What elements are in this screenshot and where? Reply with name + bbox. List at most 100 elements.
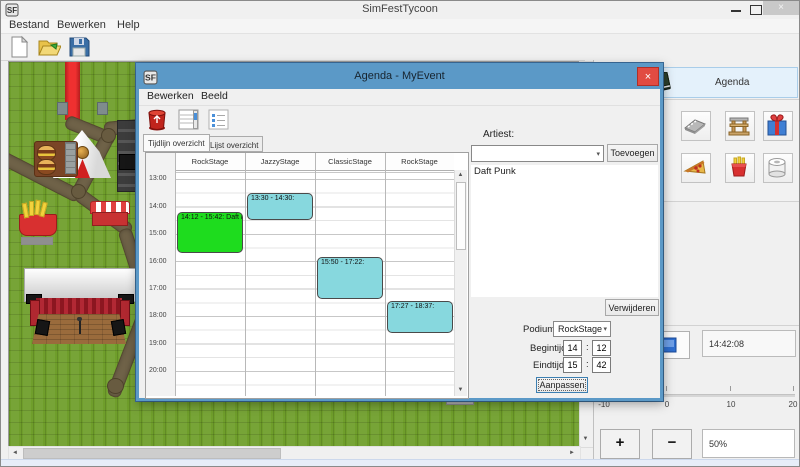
timeline-scrollbar[interactable]: ▲ ▼ (454, 170, 467, 396)
schedule-event[interactable]: 13:30 - 14:30: (247, 193, 313, 220)
tent-flap (57, 102, 68, 115)
new-file-icon[interactable] (7, 35, 31, 59)
close-button[interactable]: × (763, 1, 799, 15)
artist-listbox[interactable]: Daft Punk (471, 165, 658, 297)
zoom-in-button[interactable]: + (600, 429, 640, 459)
maximize-button[interactable] (750, 5, 762, 15)
tower-speaker (119, 154, 137, 170)
hour-label: 14:00 (149, 203, 167, 210)
game-clock: 14:42:08 (702, 330, 796, 357)
slider-tick (730, 386, 731, 391)
schedule-event[interactable]: 15:50 - 17:22: (317, 257, 383, 299)
list-view-icon[interactable] (206, 107, 231, 132)
begin-hour-input[interactable] (563, 340, 582, 356)
end-time-label: Eindtijd: (533, 360, 567, 371)
podium-combobox-value: RockStage (558, 324, 602, 334)
dialog-menubar: Bewerken Beeld (139, 89, 660, 106)
path-junction (101, 128, 116, 143)
time-colon: : (586, 359, 589, 370)
shop-item-toilet-paper[interactable] (763, 153, 793, 183)
hour-label: 19:00 (149, 340, 167, 347)
path-junction (71, 184, 86, 199)
open-file-icon[interactable] (37, 35, 61, 59)
scroll-right-icon[interactable]: ► (569, 450, 575, 456)
hour-label: 18:00 (149, 312, 167, 319)
road-icon (682, 112, 708, 138)
tab-tijdlijn-overzicht[interactable]: Tijdlijn overzicht (143, 134, 210, 152)
dialog-close-button[interactable]: × (637, 67, 659, 86)
hour-label: 20:00 (149, 367, 167, 374)
mic (77, 317, 82, 321)
slider-tick-label: 10 (727, 400, 736, 409)
hour-label: 16:00 (149, 258, 167, 265)
popcorn-stand[interactable] (92, 212, 128, 226)
save-icon[interactable] (67, 35, 91, 59)
add-artist-button[interactable]: Toevoegen (607, 144, 658, 162)
dialog-menu-beeld[interactable]: Beeld (201, 90, 228, 102)
main-toolbar (1, 34, 585, 61)
tab-lijst-overzicht[interactable]: Lijst overzicht (205, 136, 263, 152)
stage-structure-icon (726, 112, 752, 138)
stage-column-header: JazzyStage (245, 153, 315, 171)
stage-column-header: ClassicStage (315, 153, 385, 171)
pizza-icon (682, 154, 708, 180)
podium-combobox[interactable]: RockStage ▾ (553, 321, 611, 337)
gift-icon (764, 112, 790, 138)
zoom-level: 50% (702, 429, 795, 458)
tent-flap (97, 102, 108, 115)
dialog-titlebar[interactable]: SF Agenda - MyEvent × (139, 66, 660, 89)
slider-tick-label: 0 (665, 400, 669, 409)
apply-button[interactable]: Aanpassen (536, 377, 588, 393)
slider-tick-label: -10 (598, 400, 610, 409)
window-bottom-edge (1, 459, 799, 467)
artist-combobox[interactable]: ▾ (471, 145, 604, 162)
menu-bewerken[interactable]: Bewerken (57, 19, 106, 31)
end-minute-input[interactable] (592, 357, 611, 373)
remove-artist-button[interactable]: Verwijderen (605, 299, 659, 316)
shop-item-gift[interactable] (763, 111, 793, 141)
menu-board (65, 142, 76, 174)
shop-item-fries[interactable] (725, 153, 755, 183)
slider-tick-label: 20 (789, 400, 798, 409)
zoom-out-button[interactable]: − (652, 429, 692, 459)
shop-item-pizza[interactable] (681, 153, 711, 183)
bench (21, 237, 53, 245)
delete-trash-icon[interactable] (145, 107, 170, 132)
scrollbar-thumb[interactable] (23, 448, 281, 459)
scrollbar-thumb[interactable] (456, 182, 466, 250)
shop-item-road[interactable] (681, 111, 711, 141)
stage-speaker (35, 319, 50, 336)
end-hour-input[interactable] (563, 357, 582, 373)
time-gutter (146, 153, 175, 396)
dialog-title: Agenda - MyEvent (139, 70, 660, 82)
path-end (107, 378, 124, 394)
window-titlebar: SF SimFestTycoon × (1, 1, 799, 19)
chevron-down-icon: ▾ (603, 322, 607, 338)
menu-help[interactable]: Help (117, 19, 140, 31)
menu-bestand[interactable]: Bestand (9, 19, 49, 31)
schedule-event[interactable]: 14:12 - 15:42: Daft Punk (177, 212, 243, 253)
minimize-button[interactable] (731, 10, 741, 12)
shop-item-stage-structure[interactable] (725, 111, 755, 141)
begin-minute-input[interactable] (592, 340, 611, 356)
agenda-button-label: Agenda (715, 77, 749, 88)
stage-speaker (111, 319, 126, 336)
hour-label: 17:00 (149, 285, 167, 292)
timeline-panel: RockStage JazzyStage ClassicStage RockSt… (145, 152, 469, 399)
burger (37, 159, 56, 175)
scroll-up-icon[interactable]: ▲ (455, 172, 466, 178)
column-divider (315, 153, 316, 396)
window-title: SimFestTycoon (1, 3, 799, 15)
scroll-down-icon[interactable]: ▼ (455, 387, 466, 393)
chevron-down-icon: ▾ (596, 146, 600, 163)
scroll-left-icon[interactable]: ◄ (12, 450, 18, 456)
slider-tick (666, 386, 667, 391)
column-divider (245, 153, 246, 396)
scroll-down-icon[interactable]: ▼ (580, 436, 591, 442)
timeline-view-icon[interactable] (176, 107, 201, 132)
artist-label: Artiest: (483, 129, 514, 140)
dialog-menu-bewerken[interactable]: Bewerken (147, 90, 194, 102)
menubar: Bestand Bewerken Help (1, 19, 799, 34)
artist-list-item[interactable]: Daft Punk (471, 165, 658, 178)
schedule-event[interactable]: 17:27 - 18:37: (387, 301, 453, 333)
